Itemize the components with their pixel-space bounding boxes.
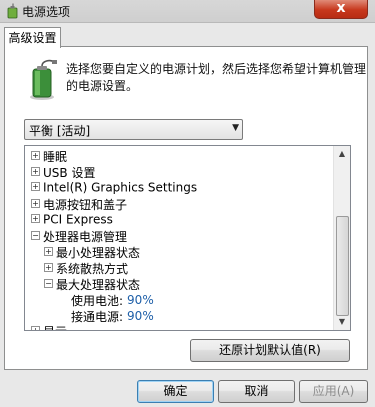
plugged-in-value[interactable]: 90% — [127, 309, 154, 323]
expand-icon[interactable]: + — [31, 167, 40, 176]
expand-icon[interactable]: + — [44, 263, 53, 272]
battery-icon — [30, 59, 57, 100]
expand-icon[interactable]: + — [31, 214, 40, 223]
restore-defaults-button[interactable]: 还原计划默认值(R) — [190, 339, 350, 362]
apply-button[interactable]: 应用(A) — [299, 380, 368, 403]
expand-icon[interactable]: + — [31, 151, 40, 160]
expand-icon[interactable]: + — [31, 326, 40, 330]
scroll-down-icon[interactable]: ▼ — [334, 314, 350, 330]
collapse-icon[interactable]: − — [31, 231, 40, 240]
tree-item-power-buttons[interactable]: + 电源按钮和盖子 — [31, 196, 127, 212]
cancel-button[interactable]: 取消 — [218, 380, 295, 403]
scroll-up-icon[interactable]: ▲ — [334, 146, 350, 162]
title-bar: 电源选项 x — [0, 0, 375, 23]
tab-advanced-settings[interactable]: 高级设置 — [4, 27, 61, 48]
dropdown-arrow-icon: ▼ — [232, 123, 239, 133]
collapse-icon[interactable]: − — [44, 279, 53, 288]
tree-item-processor-power[interactable]: − 处理器电源管理 — [31, 228, 127, 244]
expand-icon[interactable]: + — [31, 199, 40, 208]
tree-item-min-processor-state[interactable]: + 最小处理器状态 — [44, 244, 140, 260]
selected-plan: 平衡 [活动] — [29, 124, 91, 138]
close-button[interactable]: x — [314, 0, 368, 19]
expand-icon[interactable]: + — [31, 182, 40, 191]
tree-item-usb[interactable]: + USB 设置 — [31, 164, 95, 180]
tree-item-max-processor-state[interactable]: − 最大处理器状态 — [44, 276, 140, 292]
scroll-thumb[interactable] — [336, 216, 349, 316]
window-title: 电源选项 — [22, 5, 71, 19]
ok-button[interactable]: 确定 — [137, 380, 214, 403]
tree-item-plugged-in[interactable]: 接通电源: 90% — [71, 308, 154, 324]
tree-item-cooling-policy[interactable]: + 系统散热方式 — [44, 260, 128, 276]
power-options-icon — [7, 3, 18, 19]
vertical-scrollbar[interactable]: ▲ ▼ — [333, 146, 350, 330]
expand-icon[interactable]: + — [44, 247, 53, 256]
tree-item-pci-express[interactable]: + PCI Express — [31, 212, 113, 228]
settings-tree[interactable]: + 睡眠 + USB 设置 + Intel(R) Graphics Settings … — [24, 145, 351, 331]
description-text: 选择您要自定义的电源计划，然后选择您希望计算机管理的电源设置。 — [66, 62, 367, 93]
tree-item-display[interactable]: +显示 — [31, 323, 67, 330]
tree-item-intel-graphics[interactable]: + Intel(R) Graphics Settings — [31, 180, 197, 196]
on-battery-value[interactable]: 90% — [127, 293, 154, 307]
tree-item-on-battery[interactable]: 使用电池: 90% — [71, 292, 154, 308]
tree-item-sleep[interactable]: + 睡眠 — [31, 148, 67, 164]
power-plan-select[interactable]: 平衡 [活动] ▼ — [24, 119, 243, 140]
